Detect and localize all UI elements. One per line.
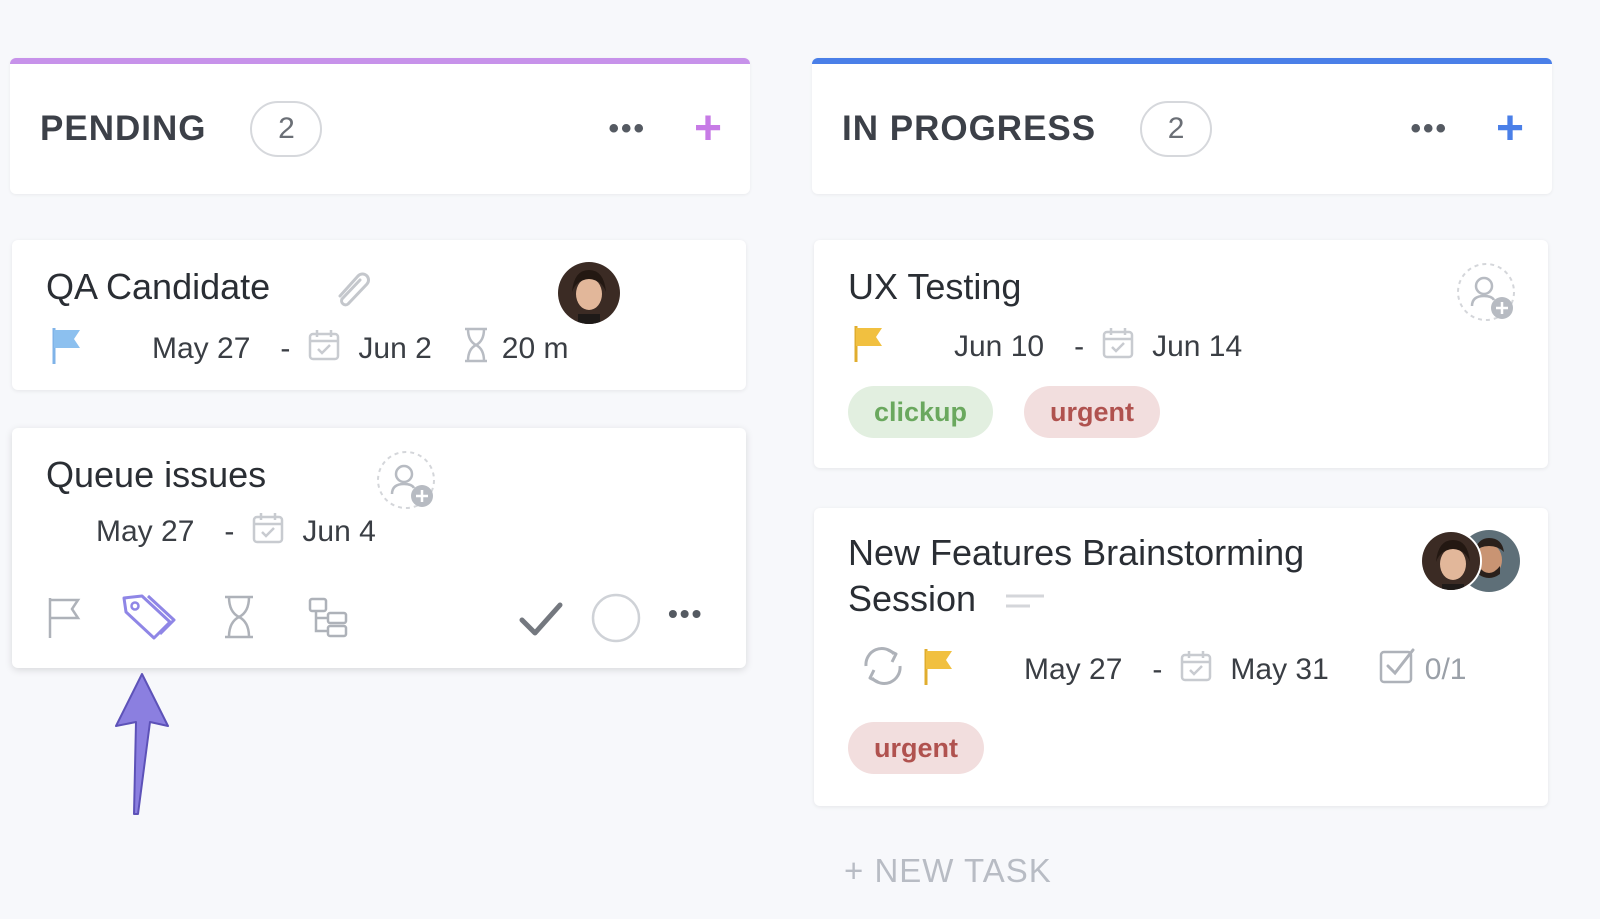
- task-title[interactable]: QA Candidate: [46, 266, 270, 308]
- task-title-line1[interactable]: New Features Brainstorming: [848, 532, 1304, 574]
- flag-icon[interactable]: [46, 594, 84, 645]
- hourglass-icon: [462, 326, 490, 372]
- column-pending: PENDING 2 ••• + QA Candidate May 27 - Ju…: [10, 58, 750, 815]
- check-icon[interactable]: [518, 600, 564, 643]
- assignee-avatar[interactable]: [1420, 530, 1482, 592]
- task-card-queue-issues[interactable]: Queue issues May 27 - Jun 4 •••: [12, 428, 746, 668]
- assign-user-icon[interactable]: [376, 450, 440, 519]
- start-date[interactable]: May 27: [152, 332, 250, 366]
- start-date[interactable]: Jun 10: [954, 330, 1044, 364]
- start-date[interactable]: May 27: [1024, 653, 1122, 687]
- task-title-line2[interactable]: Session: [848, 578, 976, 620]
- date-separator: -: [1152, 653, 1163, 686]
- hourglass-icon[interactable]: [222, 594, 256, 645]
- start-date[interactable]: May 27: [96, 515, 194, 549]
- tag-clickup[interactable]: clickup: [848, 386, 994, 438]
- column-header-in-progress: IN PROGRESS 2 ••• +: [812, 58, 1552, 194]
- tag-urgent[interactable]: urgent: [1024, 386, 1160, 438]
- avatar-group[interactable]: [1420, 530, 1520, 594]
- subtasks-icon[interactable]: [306, 596, 350, 645]
- more-button[interactable]: •••: [668, 598, 703, 630]
- flag-icon[interactable]: [852, 322, 886, 372]
- column-in-progress: IN PROGRESS 2 ••• + UX Testing Jun 10 - …: [812, 58, 1552, 806]
- column-header-pending: PENDING 2 ••• +: [10, 58, 750, 194]
- checklist-progress[interactable]: 0/1: [1425, 653, 1467, 687]
- assignee-avatar[interactable]: [558, 262, 620, 324]
- time-estimate[interactable]: 20 m: [502, 332, 569, 366]
- task-title[interactable]: Queue issues: [46, 454, 266, 496]
- due-date[interactable]: Jun 2: [358, 332, 431, 366]
- task-card-ux-testing[interactable]: UX Testing Jun 10 - Jun 14 clickup urgen…: [814, 240, 1548, 468]
- new-task-button[interactable]: + NEW TASK: [844, 852, 1052, 890]
- flag-icon[interactable]: [922, 645, 956, 695]
- pointer-arrow-icon: [110, 670, 174, 825]
- calendar-icon: [1100, 325, 1136, 369]
- due-date[interactable]: May 31: [1230, 653, 1328, 687]
- assign-user-icon[interactable]: [1456, 262, 1520, 331]
- paperclip-icon: [330, 268, 374, 313]
- task-meta-row: May 27 - May 31 0/1: [858, 644, 1467, 696]
- task-card-qa-candidate[interactable]: QA Candidate May 27 - Jun 2 20 m: [12, 240, 746, 390]
- column-title: PENDING: [40, 109, 207, 148]
- task-meta-row: Jun 10 - Jun 14: [852, 322, 1242, 372]
- column-more-button[interactable]: •••: [608, 112, 646, 146]
- add-task-button[interactable]: +: [694, 105, 722, 153]
- calendar-icon: [306, 327, 342, 371]
- date-separator: -: [224, 515, 235, 548]
- date-separator: -: [280, 332, 291, 365]
- tag-urgent[interactable]: urgent: [848, 722, 984, 774]
- task-title[interactable]: UX Testing: [848, 266, 1021, 308]
- date-separator: -: [1074, 330, 1085, 363]
- checklist-icon[interactable]: [1377, 646, 1417, 694]
- recurring-icon[interactable]: [858, 644, 908, 696]
- task-meta-row: May 27 - Jun 4: [96, 510, 376, 554]
- tag-icon[interactable]: [120, 592, 180, 647]
- task-count-badge: 2: [250, 101, 323, 157]
- column-title: IN PROGRESS: [842, 109, 1097, 148]
- calendar-icon: [250, 510, 286, 554]
- status-circle-icon[interactable]: [590, 592, 642, 649]
- description-icon: [1004, 592, 1046, 617]
- task-meta-row: May 27 - Jun 2 20 m: [50, 324, 568, 374]
- calendar-icon: [1178, 648, 1214, 692]
- task-count-badge: 2: [1140, 101, 1213, 157]
- add-task-button[interactable]: +: [1496, 105, 1524, 153]
- due-date[interactable]: Jun 4: [302, 515, 375, 549]
- task-card-new-features[interactable]: New Features Brainstorming Session May 2…: [814, 508, 1548, 806]
- column-more-button[interactable]: •••: [1410, 112, 1448, 146]
- flag-icon[interactable]: [50, 324, 84, 374]
- due-date[interactable]: Jun 14: [1152, 330, 1242, 364]
